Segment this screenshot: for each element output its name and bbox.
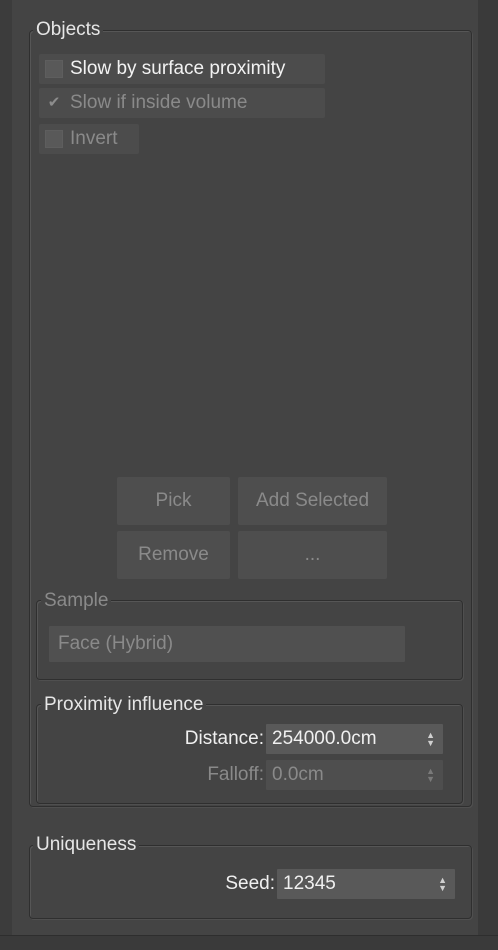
- seed-value: 12345: [283, 873, 336, 894]
- left-edge: [0, 0, 12, 950]
- seed-label: Seed:: [225, 873, 275, 894]
- add-selected-button[interactable]: Add Selected: [238, 477, 387, 525]
- slow-if-inside-volume-checkbox[interactable]: ✔ Slow if inside volume: [39, 88, 325, 118]
- slow-by-surface-proximity-checkbox[interactable]: Slow by surface proximity: [39, 54, 325, 84]
- proximity-influence-group-title: Proximity influence: [41, 694, 207, 716]
- distance-value: 254000.0cm: [272, 728, 377, 749]
- scrollbar-track[interactable]: [478, 0, 498, 950]
- uniqueness-group-title: Uniqueness: [33, 834, 140, 856]
- slow-if-inside-volume-label: Slow if inside volume: [70, 92, 248, 113]
- spinner-arrows-icon[interactable]: ▲ ▼: [426, 731, 435, 748]
- rollout-panel: Objects Slow by surface proximity ✔ Slow…: [0, 0, 498, 950]
- more-button[interactable]: ...: [238, 531, 387, 579]
- objects-group-title: Objects: [33, 19, 104, 41]
- remove-button[interactable]: Remove: [117, 531, 230, 579]
- spinner-arrows-icon[interactable]: ▲ ▼: [426, 767, 435, 784]
- checkmark-icon: ✔: [47, 94, 61, 111]
- checkbox-unchecked-icon: [45, 60, 63, 78]
- checkbox-unchecked-icon: [45, 130, 63, 148]
- slow-by-surface-proximity-label: Slow by surface proximity: [70, 58, 286, 79]
- sample-group-title: Sample: [41, 590, 112, 612]
- bottom-edge: [0, 935, 498, 950]
- falloff-spinner[interactable]: 0.0cm ▲ ▼: [266, 760, 443, 790]
- falloff-label: Falloff:: [207, 764, 264, 785]
- invert-checkbox[interactable]: Invert: [39, 124, 139, 154]
- distance-label: Distance:: [184, 728, 264, 749]
- invert-label: Invert: [70, 128, 118, 149]
- pick-button[interactable]: Pick: [117, 477, 230, 525]
- seed-spinner[interactable]: 12345 ▲ ▼: [277, 869, 455, 899]
- distance-spinner[interactable]: 254000.0cm ▲ ▼: [266, 724, 443, 754]
- spinner-arrows-icon[interactable]: ▲ ▼: [438, 876, 447, 893]
- falloff-value: 0.0cm: [272, 764, 324, 785]
- sample-mode-dropdown[interactable]: Face (Hybrid): [49, 626, 405, 662]
